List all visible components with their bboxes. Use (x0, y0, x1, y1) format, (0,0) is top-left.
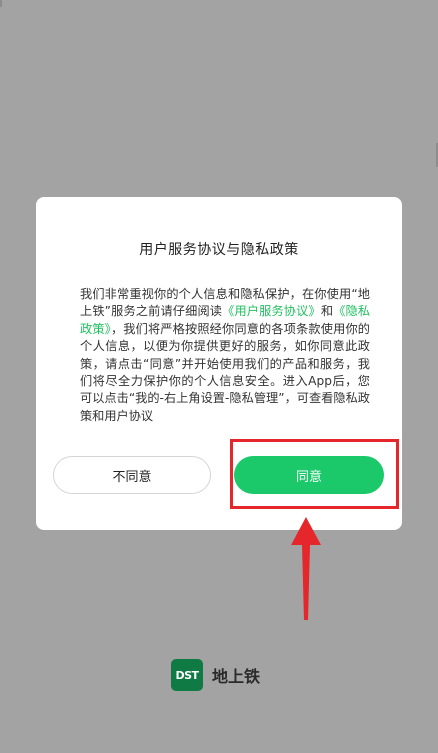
user-agreement-link[interactable]: 《用户服务协议》 (222, 304, 321, 318)
dialog-title: 用户服务协议与隐私政策 (139, 242, 299, 258)
disagree-button[interactable]: 不同意 (53, 456, 211, 494)
annotation-arrow-icon (291, 517, 321, 620)
body-text-part2: ，我们将严格按照经你同意的各项条款使用你的个人信息，以便为你提供更好的服务，如你… (80, 321, 370, 423)
body-text-and: 和 (320, 304, 334, 319)
annotation-highlight-box (230, 439, 399, 509)
dialog-body: 我们非常重视你的个人信息和隐私保护，在你使用“地上铁”服务之前请仔细阅读《用户服… (80, 286, 370, 425)
brand-name: 地上铁 (212, 667, 261, 686)
brand-logo-icon: DST (171, 659, 203, 691)
left-edge-marker (0, 0, 2, 7)
brand-footer: DST 地上铁 (171, 659, 260, 691)
